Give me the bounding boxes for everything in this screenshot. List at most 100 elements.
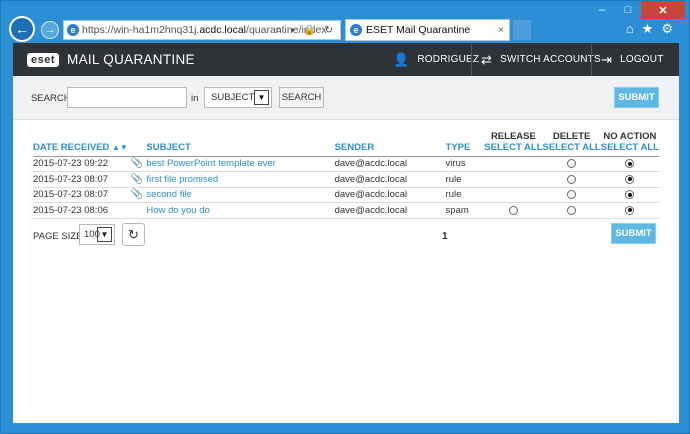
table-row: 2015-07-23 08:07 📎 second file dave@acdc… (33, 187, 659, 203)
type-cell: rule (445, 187, 485, 203)
date-cell: 2015-07-23 09:22 (33, 156, 128, 172)
no-action-radio[interactable] (625, 174, 635, 184)
forward-button[interactable]: → (41, 21, 59, 39)
search-bar: SEARCH in SUBJECT ▼ SEARCH SUBMIT (13, 76, 679, 120)
arrow-left-icon: ← (15, 21, 29, 37)
search-input[interactable] (67, 87, 187, 108)
tab-title: ESET Mail Quarantine (366, 24, 471, 36)
app-header: eset MAIL QUARANTINE 👤 RODRIGUEZ ⇄ SWITC… (13, 43, 679, 76)
release-select-all[interactable]: SELECT ALL (484, 142, 542, 153)
release-cell (484, 156, 543, 172)
subject-link[interactable]: How do you do (146, 202, 335, 219)
browser-tab[interactable]: e ESET Mail Quarantine × (345, 19, 510, 41)
subject-link[interactable]: first file promised (146, 171, 335, 188)
no-action-radio[interactable] (625, 159, 635, 169)
header-divider (591, 43, 592, 76)
refresh-button[interactable]: ↻ (122, 223, 145, 246)
release-header: RELEASE (490, 130, 536, 142)
subject-link[interactable]: second file (146, 187, 335, 203)
page-size-select[interactable]: 100 ▼ (79, 224, 115, 245)
back-button[interactable]: ← (9, 16, 35, 42)
sender-cell: dave@acdc.local (334, 187, 446, 203)
maximize-button[interactable]: □ (615, 1, 641, 19)
browser-tools-icon[interactable]: ⌂★⚙ (626, 21, 681, 37)
app-title: MAIL QUARANTINE (67, 52, 195, 67)
delete-radio[interactable] (567, 174, 577, 184)
search-field-select[interactable]: SUBJECT ▼ (204, 87, 272, 108)
delete-radio[interactable] (567, 190, 577, 200)
search-button[interactable]: SEARCH (279, 87, 324, 108)
logout-button[interactable]: ⇥ LOGOUT (601, 43, 664, 76)
sender-cell: dave@acdc.local (334, 171, 446, 188)
release-cell (484, 187, 543, 203)
user-menu[interactable]: 👤 RODRIGUEZ (393, 43, 479, 76)
col-no-action: NO ACTION SELECT ALL (600, 124, 659, 157)
date-cell: 2015-07-23 08:06 (33, 202, 128, 219)
delete-radio[interactable] (567, 205, 577, 215)
page-number[interactable]: 1 (442, 231, 448, 242)
submit-button-bottom[interactable]: SUBMIT (611, 223, 656, 244)
arrow-right-icon: → (44, 24, 56, 36)
logout-label: LOGOUT (620, 54, 664, 65)
user-name: RODRIGUEZ (417, 54, 480, 65)
col-type[interactable]: TYPE (445, 124, 485, 157)
table-row: 2015-07-23 08:07 📎 first file promised d… (33, 171, 659, 188)
paperclip-icon: 📎 (130, 189, 144, 201)
release-cell (484, 171, 543, 188)
switch-accounts-label: SWITCH ACCOUNTS (500, 54, 601, 65)
address-bar[interactable]: e https://win-ha1m2hnq31j. acdc.local/qua… (63, 20, 341, 40)
refresh-icon: ↻ (128, 226, 139, 242)
header-divider (471, 43, 472, 76)
paperclip-icon: 📎 (130, 158, 144, 170)
chevron-down-icon: ▼ (97, 227, 112, 242)
ie-icon: e (67, 24, 79, 36)
chevron-down-icon: ▼ (254, 90, 269, 105)
in-label: in (191, 93, 199, 104)
ie-icon: e (350, 24, 362, 36)
main-content: SEARCH in SUBJECT ▼ SEARCH SUBMIT DATE R… (13, 76, 679, 423)
no-action-radio[interactable] (625, 205, 635, 215)
delete-select-all[interactable]: SELECT ALL (543, 142, 601, 153)
url-domain: acdc.local (199, 24, 247, 36)
window-controls: – □ ✕ (589, 1, 685, 19)
quarantine-table: DATE RECEIVED ▲▼ SUBJECT SENDER TYPE REL… (33, 124, 659, 219)
date-cell: 2015-07-23 08:07 (33, 187, 128, 203)
browser-window: – □ ✕ ← → e https://win-ha1m2hnq31j. acdc… (0, 0, 690, 434)
minimize-button[interactable]: – (589, 1, 615, 19)
release-radio[interactable] (508, 205, 518, 215)
delete-radio[interactable] (567, 159, 577, 169)
type-cell: rule (445, 171, 485, 188)
sender-cell: dave@acdc.local (334, 202, 446, 219)
no-action-select-all[interactable]: SELECT ALL (601, 142, 659, 153)
delete-header: DELETE (552, 130, 591, 142)
switch-icon: ⇄ (481, 51, 493, 67)
type-cell: virus (445, 156, 485, 172)
search-field-value: SUBJECT (211, 92, 255, 103)
sender-cell: dave@acdc.local (334, 156, 446, 172)
sort-icon: ▲▼ (112, 142, 128, 152)
logout-icon: ⇥ (601, 51, 613, 67)
paperclip-icon: 📎 (130, 173, 144, 185)
address-tools-icon[interactable]: ⌕ ▾ 🔒 ↻ (276, 25, 336, 36)
switch-accounts-button[interactable]: ⇄ SWITCH ACCOUNTS (481, 43, 601, 76)
table-row: 2015-07-23 09:22 📎 best PowerPoint templ… (33, 156, 659, 172)
col-sender[interactable]: SENDER (334, 124, 446, 157)
search-label: SEARCH (31, 93, 71, 104)
col-date-received[interactable]: DATE RECEIVED ▲▼ (33, 124, 128, 157)
col-subject[interactable]: SUBJECT (146, 124, 335, 157)
subject-link[interactable]: best PowerPoint template ever (146, 156, 335, 172)
type-cell: spam (445, 202, 485, 219)
table-header-row: DATE RECEIVED ▲▼ SUBJECT SENDER TYPE REL… (33, 124, 659, 157)
page-size-label: PAGE SIZE (33, 231, 83, 242)
tab-close-icon[interactable]: × (498, 25, 504, 36)
date-cell: 2015-07-23 08:07 (33, 171, 128, 188)
user-icon: 👤 (393, 51, 410, 67)
submit-button-top[interactable]: SUBMIT (614, 87, 659, 108)
close-window-button[interactable]: ✕ (641, 1, 685, 19)
col-attachment (127, 124, 147, 157)
eset-logo: eset (27, 52, 60, 67)
url-prefix: https://win-ha1m2hnq31j. (82, 24, 200, 36)
col-delete: DELETE SELECT ALL (542, 124, 601, 157)
new-tab-button[interactable] (513, 20, 531, 40)
no-action-radio[interactable] (625, 190, 635, 200)
